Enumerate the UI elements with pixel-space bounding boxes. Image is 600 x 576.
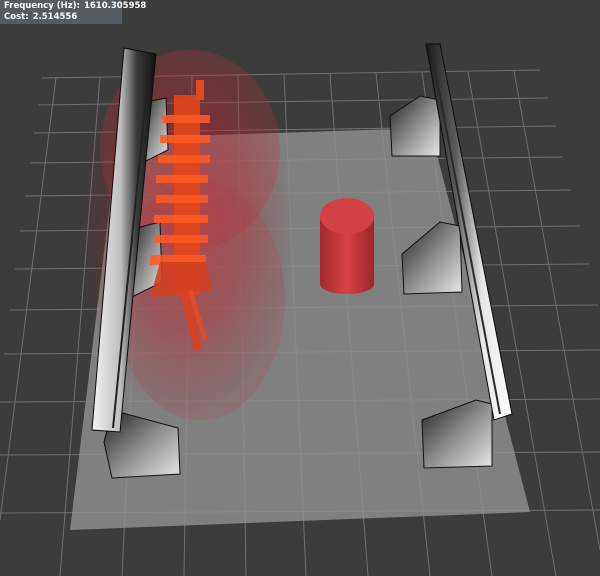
frequency-value: 1610.305958 — [83, 1, 147, 11]
robot-joint — [158, 155, 210, 163]
robot-joint — [154, 215, 208, 223]
cost-value: 2.514556 — [32, 12, 78, 22]
cylinder-obstacle[interactable] — [320, 198, 374, 294]
status-overlay: Frequency (Hz): 1610.305958 Cost: 2.5145… — [0, 0, 146, 24]
cylinder-top — [320, 198, 374, 234]
robot-joint — [160, 135, 210, 143]
scene-canvas[interactable] — [0, 0, 600, 576]
robot-joint — [162, 115, 210, 123]
frequency-line: Frequency (Hz): 1610.305958 — [4, 1, 146, 12]
robot-joint — [156, 195, 208, 203]
robot-joint — [154, 235, 208, 243]
robot-joint — [156, 175, 208, 183]
cost-label: Cost: — [4, 12, 29, 22]
cost-line: Cost: 2.514556 — [4, 12, 122, 23]
robot-tip — [196, 80, 204, 100]
frequency-label: Frequency (Hz): — [4, 1, 80, 11]
3d-viewport[interactable]: Frequency (Hz): 1610.305958 Cost: 2.5145… — [0, 0, 600, 576]
bracket-right-top — [389, 95, 441, 157]
